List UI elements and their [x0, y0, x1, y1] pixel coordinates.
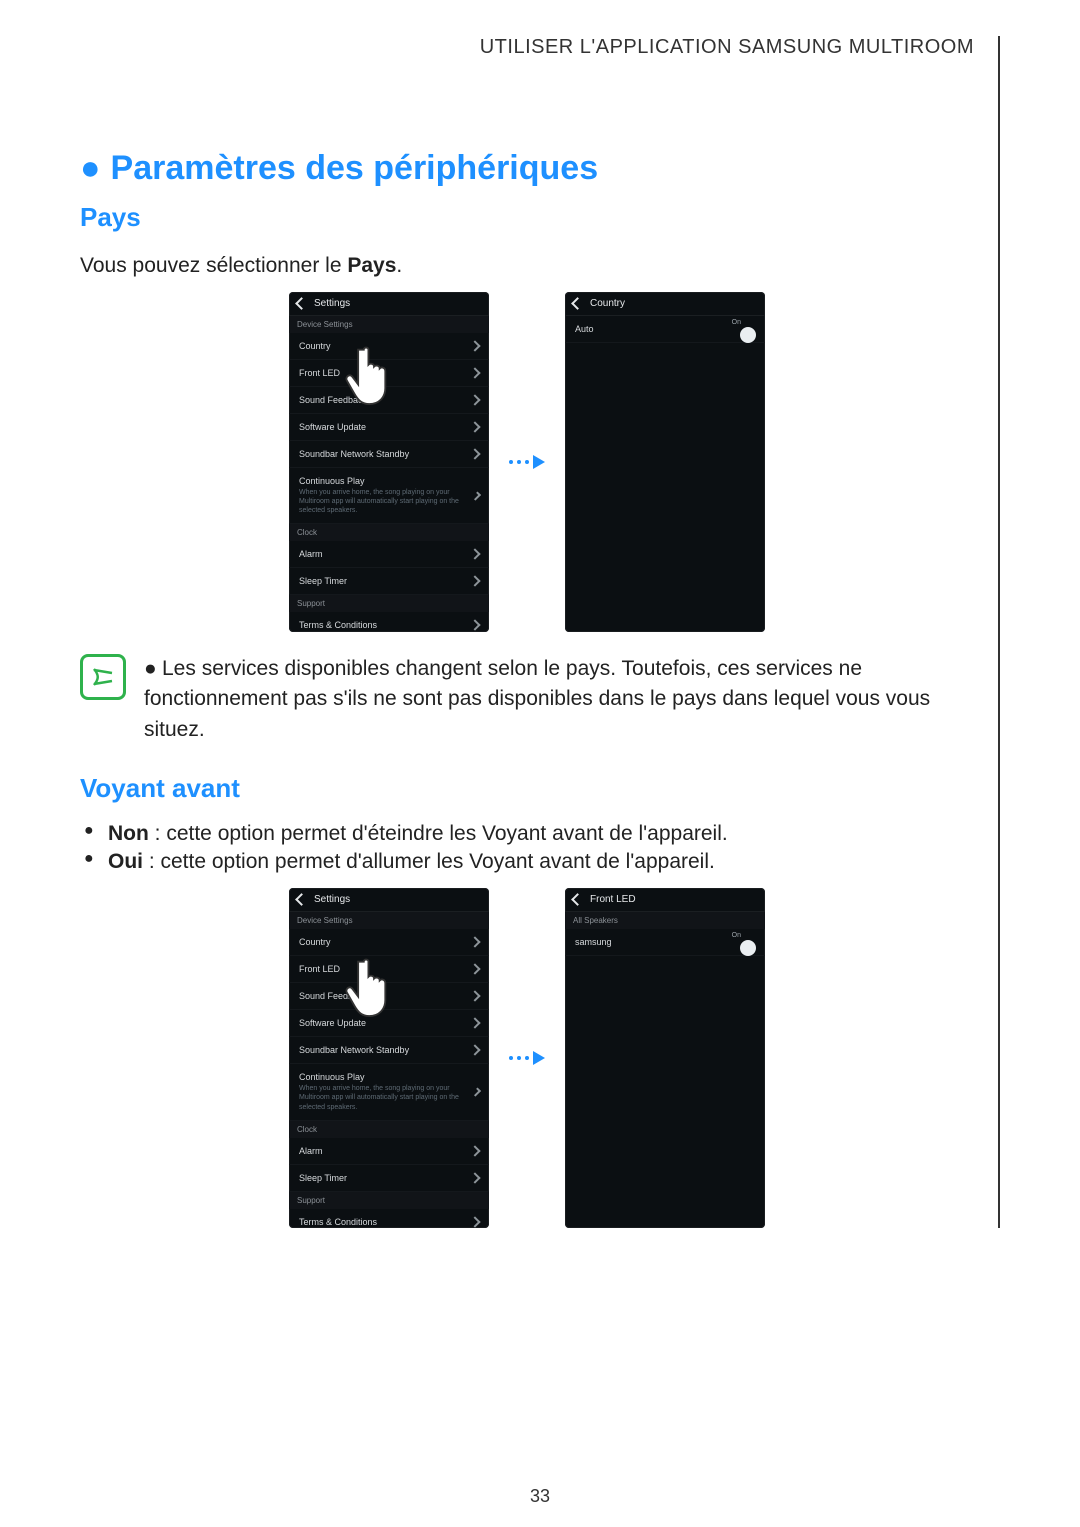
- phone-header-title: Settings: [314, 298, 350, 309]
- subsection-pays-heading: Pays: [80, 202, 974, 233]
- row-soundbar-standby[interactable]: Soundbar Network Standby: [289, 441, 489, 468]
- phone-header[interactable]: Settings: [289, 888, 489, 912]
- phone-header[interactable]: Front LED: [565, 888, 765, 912]
- chevron-right-icon: [469, 1145, 480, 1156]
- flow-arrow-icon: [509, 455, 545, 469]
- page-number: 33: [0, 1486, 1080, 1507]
- row-alarm[interactable]: Alarm: [289, 541, 489, 568]
- screenshot-row-country: Settings Device Settings Country Front L…: [80, 292, 974, 632]
- list-item: Non : cette option permet d'éteindre les…: [80, 822, 974, 846]
- note-block: ●Les services disponibles changent selon…: [80, 654, 974, 745]
- phone-header-title: Settings: [314, 894, 350, 905]
- phone-settings: Settings Device Settings Country Front L…: [289, 292, 489, 632]
- toggle-state-label: On: [732, 932, 741, 939]
- running-header: UTILISER L'APPLICATION SAMSUNG MULTIROOM: [80, 36, 974, 59]
- section-title: ●Paramètres des périphériques: [80, 149, 974, 188]
- chevron-right-icon: [469, 340, 480, 351]
- row-continuous-play[interactable]: Continuous PlayWhen you arrive home, the…: [289, 468, 489, 524]
- section-label-clock: Clock: [289, 524, 489, 541]
- section-label-clock: Clock: [289, 1121, 489, 1138]
- back-icon[interactable]: [571, 297, 584, 310]
- voyant-option-list: Non : cette option permet d'éteindre les…: [80, 822, 974, 874]
- flow-arrow-icon: [509, 1051, 545, 1065]
- chevron-right-icon: [469, 1018, 480, 1029]
- toggle-state-label: On: [732, 319, 741, 326]
- row-software-update[interactable]: Software Update: [289, 414, 489, 441]
- chevron-right-icon: [469, 937, 480, 948]
- phone-country: Country Auto On: [565, 292, 765, 632]
- section-label-support: Support: [289, 1192, 489, 1209]
- chevron-right-icon: [469, 448, 480, 459]
- pays-intro: Vous pouvez sélectionner le Pays.: [80, 254, 974, 278]
- subsection-voyant-heading: Voyant avant: [80, 773, 974, 804]
- phone-header[interactable]: Country: [565, 292, 765, 316]
- section-label-support: Support: [289, 595, 489, 612]
- row-terms[interactable]: Terms & Conditions: [289, 612, 489, 632]
- chevron-right-icon: [469, 549, 480, 560]
- list-item: Oui : cette option permet d'allumer les …: [80, 850, 974, 874]
- chevron-right-icon: [469, 991, 480, 1002]
- back-icon[interactable]: [295, 297, 308, 310]
- row-continuous-play[interactable]: Continuous PlayWhen you arrive home, the…: [289, 1064, 489, 1120]
- note-text: Les services disponibles changent selon …: [144, 657, 930, 741]
- row-alarm[interactable]: Alarm: [289, 1138, 489, 1165]
- row-country[interactable]: Country: [289, 929, 489, 956]
- chevron-right-icon: [469, 421, 480, 432]
- chevron-right-icon: [469, 1172, 480, 1183]
- back-icon[interactable]: [295, 893, 308, 906]
- back-icon[interactable]: [571, 893, 584, 906]
- section-label: Device Settings: [289, 316, 489, 333]
- chevron-right-icon: [469, 620, 480, 631]
- phone-settings: Settings Device Settings Country Front L…: [289, 888, 489, 1228]
- row-sleep-timer[interactable]: Sleep Timer: [289, 1165, 489, 1192]
- chevron-right-icon: [469, 367, 480, 378]
- row-auto[interactable]: Auto On: [565, 316, 765, 343]
- section-label-all-speakers: All Speakers: [565, 912, 765, 929]
- note-icon: [80, 654, 126, 700]
- phone-header-title: Country: [590, 298, 625, 309]
- chevron-right-icon: [469, 1216, 480, 1227]
- row-speaker-samsung[interactable]: samsung On: [565, 929, 765, 956]
- chevron-right-icon: [469, 576, 480, 587]
- screenshot-row-frontled: Settings Device Settings Country Front L…: [80, 888, 974, 1228]
- tap-hand-icon: [345, 954, 405, 1020]
- row-sleep-timer[interactable]: Sleep Timer: [289, 568, 489, 595]
- chevron-right-icon: [469, 1045, 480, 1056]
- section-label: Device Settings: [289, 912, 489, 929]
- phone-front-led: Front LED All Speakers samsung On: [565, 888, 765, 1228]
- phone-header-title: Front LED: [590, 894, 636, 905]
- phone-header[interactable]: Settings: [289, 292, 489, 316]
- row-soundbar-standby[interactable]: Soundbar Network Standby: [289, 1037, 489, 1064]
- bullet-icon: ●: [80, 149, 101, 187]
- chevron-right-icon: [469, 964, 480, 975]
- chevron-right-icon: [469, 394, 480, 405]
- tap-hand-icon: [345, 342, 405, 408]
- bullet-icon: ●: [144, 654, 162, 684]
- row-terms[interactable]: Terms & Conditions: [289, 1209, 489, 1229]
